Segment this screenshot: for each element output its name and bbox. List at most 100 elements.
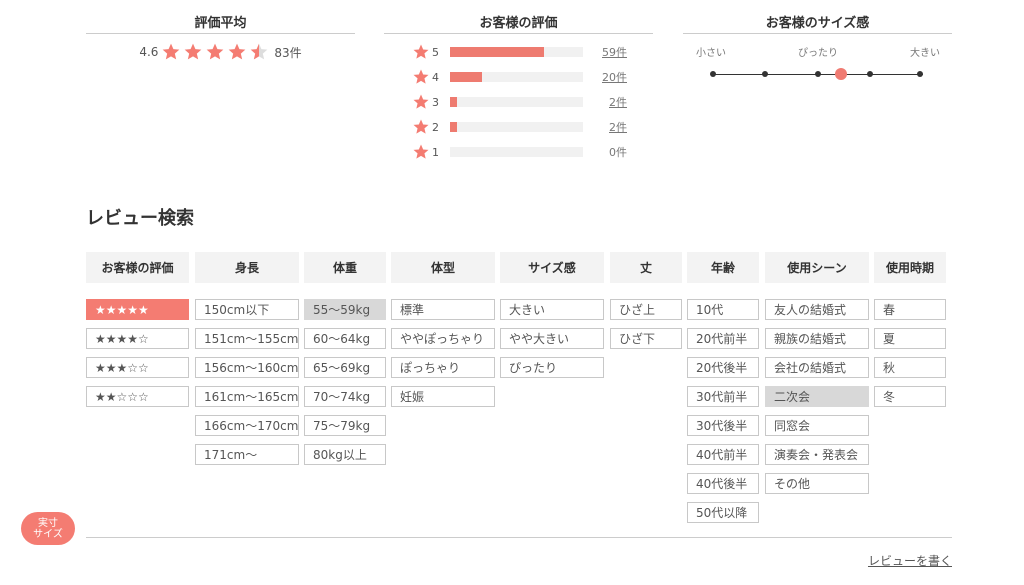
filter-option-height[interactable]: 156cm〜160cm [195,357,299,378]
size-feel-divider [683,33,952,34]
star-icon [413,69,429,84]
filter-option-height[interactable]: 150cm以下 [195,299,299,320]
filter-header-weight: 体重 [304,252,386,283]
star-icon [207,43,224,60]
filter-option-age[interactable]: 20代後半 [687,357,759,378]
filter-option-age[interactable]: 50代以降 [687,502,759,523]
filter-header-rating: お客様の評価 [86,252,189,283]
filter-option-body[interactable]: ぽっちゃり [391,357,495,378]
size-scale-dot [917,71,923,77]
rating-bar-fill [450,72,482,82]
rating-bar-track [450,147,583,157]
filter-option-age[interactable]: 30代後半 [687,415,759,436]
rating-star-number: 3 [432,95,439,109]
rating-count[interactable]: 2件 [583,119,627,135]
review-search-title: レビュー検索 [86,208,194,229]
star-icon [413,44,429,59]
rating-bar-track [450,122,583,132]
filter-option-scene[interactable]: 親族の結婚式 [765,328,869,349]
filter-option-height[interactable]: 151cm〜155cm [195,328,299,349]
filter-header-scene: 使用シーン [765,252,869,283]
rating-row: 3 2件 [412,92,640,112]
rating-row: 5 59件 [412,42,640,62]
rating-bar-fill [450,122,457,132]
badge-line-1: 実寸 [37,517,58,529]
rating-count[interactable]: 59件 [583,44,627,60]
size-label-large: 大きい [910,48,940,59]
star-icon [413,119,429,134]
filter-option-weight[interactable]: 55〜59kg [304,299,386,320]
filter-option-rating[interactable]: ★★★★★ [86,299,189,320]
rating-divider [384,33,653,34]
size-label-small: 小さい [696,48,726,59]
filter-header-height: 身長 [195,252,299,283]
filter-option-weight[interactable]: 70〜74kg [304,386,386,407]
rating-star-number: 1 [432,145,439,159]
filter-option-height[interactable]: 171cm〜 [195,444,299,465]
star-icon [229,43,246,60]
filter-option-size[interactable]: ぴったり [500,357,604,378]
star-icon [413,144,429,159]
filter-option-age[interactable]: 40代前半 [687,444,759,465]
size-scale-dot [710,71,716,77]
average-stars [161,42,271,62]
rating-row: 1 0件 [412,142,640,162]
filter-option-age[interactable]: 20代前半 [687,328,759,349]
filter-header-body: 体型 [391,252,495,283]
filter-option-scene[interactable]: 同窓会 [765,415,869,436]
filter-option-body[interactable]: 妊娠 [391,386,495,407]
filter-option-height[interactable]: 166cm〜170cm [195,415,299,436]
average-title: 評価平均 [194,16,247,31]
average-score-row: 4.6 83件 [86,40,355,64]
filter-option-season[interactable]: 秋 [874,357,946,378]
filter-option-size[interactable]: 大きい [500,299,604,320]
average-count: 83件 [274,45,302,60]
filter-option-length[interactable]: ひざ上 [610,299,682,320]
filter-option-season[interactable]: 春 [874,299,946,320]
filter-option-age[interactable]: 30代前半 [687,386,759,407]
rating-count[interactable]: 20件 [583,69,627,85]
badge-line-2: サイズ [33,528,63,540]
filter-option-age[interactable]: 10代 [687,299,759,320]
star-icon [185,43,202,60]
filter-option-weight[interactable]: 65〜69kg [304,357,386,378]
rating-row: 4 20件 [412,67,640,87]
filter-option-height[interactable]: 161cm〜165cm [195,386,299,407]
filter-option-age[interactable]: 40代後半 [687,473,759,494]
size-scale-dot [762,71,768,77]
size-feel-title: お客様のサイズ感 [765,16,870,31]
filter-option-scene[interactable]: 演奏会・発表会 [765,444,869,465]
footer-divider [86,537,952,538]
rating-bar-fill [450,97,457,107]
filter-header-age: 年齢 [687,252,759,283]
filter-option-season[interactable]: 夏 [874,328,946,349]
filter-option-length[interactable]: ひざ下 [610,328,682,349]
rating-row: 2 2件 [412,117,640,137]
size-scale-dot [867,71,873,77]
filter-option-body[interactable]: ややぽっちゃり [391,328,495,349]
average-score: 4.6 [139,45,159,59]
rating-bar-track [450,72,583,82]
filter-option-weight[interactable]: 80kg以上 [304,444,386,465]
filter-option-size[interactable]: やや大きい [500,328,604,349]
filter-option-rating[interactable]: ★★★☆☆ [86,357,189,378]
filter-option-weight[interactable]: 75〜79kg [304,415,386,436]
rating-bar-fill [450,47,545,57]
filter-option-scene[interactable]: 友人の結婚式 [765,299,869,320]
size-label-fit: ぴったり [798,48,838,59]
half-star-icon [251,43,268,60]
star-icon [413,94,429,109]
filter-option-scene[interactable]: その他 [765,473,869,494]
filter-header-length: 丈 [610,252,682,283]
rating-title: お客様の評価 [479,16,558,31]
rating-count[interactable]: 2件 [583,94,627,110]
filter-option-scene[interactable]: 会社の結婚式 [765,357,869,378]
actual-size-badge[interactable]: 実寸 サイズ [21,512,75,545]
filter-option-scene[interactable]: 二次会 [765,386,869,407]
filter-option-rating[interactable]: ★★★★☆ [86,328,189,349]
write-review-link[interactable]: レビューを書く [868,552,952,569]
filter-option-weight[interactable]: 60〜64kg [304,328,386,349]
filter-option-body[interactable]: 標準 [391,299,495,320]
filter-option-rating[interactable]: ★★☆☆☆ [86,386,189,407]
filter-option-season[interactable]: 冬 [874,386,946,407]
